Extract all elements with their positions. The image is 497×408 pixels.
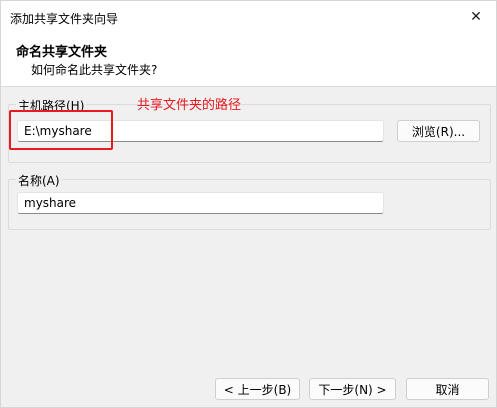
annotation-text: 共享文件夹的路径 — [137, 98, 242, 113]
title-bar: 添加共享文件夹向导 ✕ — [1, 1, 496, 33]
name-input[interactable]: myshare — [17, 192, 384, 214]
close-icon: ✕ — [470, 9, 482, 25]
name-label: 名称(A) — [16, 172, 62, 189]
name-group: 名称(A) myshare — [8, 172, 491, 230]
wizard-header: 命名共享文件夹 如何命名此共享文件夹? — [1, 33, 496, 87]
add-shared-folder-dialog: 添加共享文件夹向导 ✕ 命名共享文件夹 如何命名此共享文件夹? 主机路径(H) … — [0, 0, 497, 408]
back-button[interactable]: < 上一步(B) — [215, 378, 300, 400]
close-button[interactable]: ✕ — [456, 1, 496, 33]
window-title: 添加共享文件夹向导 — [10, 12, 119, 26]
header-title: 命名共享文件夹 — [16, 45, 108, 60]
browse-button[interactable]: 浏览(R)... — [397, 120, 480, 142]
header-subtitle: 如何命名此共享文件夹? — [31, 63, 158, 77]
annotation-highlight-box — [9, 110, 113, 150]
next-button[interactable]: 下一步(N) > — [309, 378, 396, 400]
cancel-button[interactable]: 取消 — [406, 378, 489, 400]
